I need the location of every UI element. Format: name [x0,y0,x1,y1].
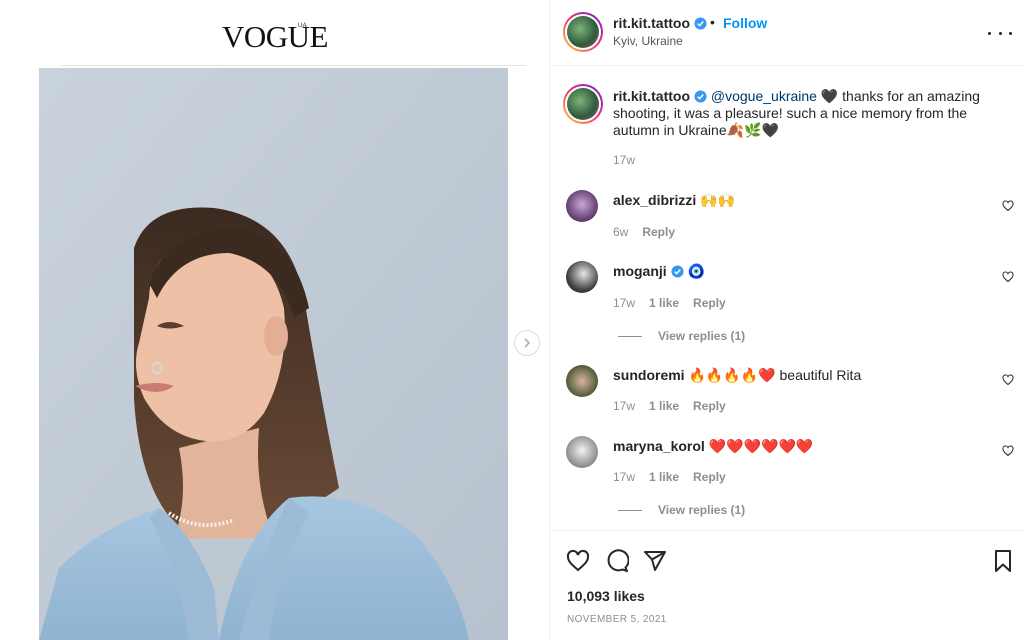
comment-username[interactable]: sundoremi [613,367,685,383]
comment-text-block: maryna_korol ❤️❤️❤️❤️❤️❤️ [613,438,985,455]
comment-username[interactable]: maryna_korol [613,438,705,454]
comment-likes-count[interactable]: 1 like [649,296,679,310]
comment-item: moganji 🧿 17w 1 like Reply View replies (1… [550,259,1024,349]
comment-likes-count[interactable]: 1 like [649,470,679,484]
comment-like-icon[interactable] [1002,200,1014,212]
follow-button[interactable]: Follow [723,15,767,31]
comment-text-block: moganji 🧿 [613,263,985,280]
comment-text: 🙌🙌 [700,192,736,208]
comment-reply-button[interactable]: Reply [693,296,726,310]
comment-reply-button[interactable]: Reply [693,470,726,484]
vogue-logo: VOGUE [222,19,329,54]
post-caption: rit.kit.tattoo @vogue_ukraine 🖤 thanks f… [550,80,1024,170]
view-replies-button[interactable]: View replies (1) [618,329,745,343]
post-date[interactable]: NOVEMBER 5, 2021 [567,614,667,625]
author-avatar[interactable] [563,12,603,52]
comment-text: ❤️❤️❤️❤️❤️❤️ [708,438,814,454]
post-location[interactable]: Kyiv, Ukraine [613,34,683,48]
post-side-panel: rit.kit.tattoo • Follow Kyiv, Ukraine ri… [549,0,1024,640]
comment-meta: 17w 1 like Reply [613,470,726,484]
chevron-right-icon [524,338,531,348]
caption-mention[interactable]: @vogue_ukraine [711,88,817,104]
verified-badge-icon [671,265,684,278]
next-image-button[interactable] [514,330,540,356]
verified-badge-icon [694,17,707,30]
likes-count[interactable]: 10,093 likes [567,588,645,604]
comment-meta: 17w 1 like Reply [613,296,726,310]
comment-meta: 6w Reply [613,225,675,239]
comment-username[interactable]: alex_dibrizzi [613,192,696,208]
caption-age[interactable]: 17w [613,153,635,167]
comment-text-block: sundoremi 🔥🔥🔥🔥❤️ beautiful Rita [613,367,985,384]
comment-meta: 17w 1 like Reply [613,399,726,413]
comment-item: maryna_korol ❤️❤️❤️❤️❤️❤️ 17w 1 like Reply… [550,434,1024,524]
post-actions: 10,093 likes NOVEMBER 5, 2021 [550,530,1024,640]
commenter-avatar[interactable] [566,261,598,293]
heart-icon[interactable] [566,549,590,573]
separator-dot: • [710,14,715,30]
verified-badge-icon [694,90,707,103]
comment-like-icon[interactable] [1002,445,1014,457]
comment-like-icon[interactable] [1002,271,1014,283]
comment-text-block: alex_dibrizzi 🙌🙌 [613,192,985,209]
commenter-avatar[interactable] [566,190,598,222]
comment-likes-count[interactable]: 1 like [649,399,679,413]
comment-age[interactable]: 17w [613,399,635,413]
caption-username[interactable]: rit.kit.tattoo [613,88,690,104]
comment-age[interactable]: 6w [613,225,628,239]
comment-item: sundoremi 🔥🔥🔥🔥❤️ beautiful Rita 17w 1 lik… [550,363,1024,423]
comment-icon[interactable] [605,549,629,573]
commenter-avatar[interactable] [566,365,598,397]
comment-username[interactable]: moganji [613,263,667,279]
more-options-icon[interactable] [988,23,1012,43]
comment-item: alex_dibrizzi 🙌🙌 6w Reply [550,188,1024,248]
author-username-text[interactable]: rit.kit.tattoo [613,15,690,31]
commenter-avatar[interactable] [566,436,598,468]
vogue-logo-sub: UA [298,23,307,29]
comment-text: 🧿 [687,263,705,279]
post-photo[interactable] [39,68,508,640]
portrait-image [39,68,508,640]
comment-reply-button[interactable]: Reply [642,225,675,239]
author-username[interactable]: rit.kit.tattoo [613,15,707,31]
bookmark-icon[interactable] [991,549,1015,573]
caption-author-avatar[interactable] [563,84,603,124]
post-media: VOGUE UA [0,0,549,640]
comment-age[interactable]: 17w [613,296,635,310]
view-replies-button[interactable]: View replies (1) [618,503,745,517]
comment-age[interactable]: 17w [613,470,635,484]
media-header: VOGUE UA [60,0,526,66]
post-header: rit.kit.tattoo • Follow Kyiv, Ukraine [550,0,1024,66]
comment-text: 🔥🔥🔥🔥❤️ beautiful Rita [688,367,862,383]
share-icon[interactable] [643,549,667,573]
caption-text-block: rit.kit.tattoo @vogue_ukraine 🖤 thanks f… [613,88,985,139]
comment-reply-button[interactable]: Reply [693,399,726,413]
comment-like-icon[interactable] [1002,374,1014,386]
